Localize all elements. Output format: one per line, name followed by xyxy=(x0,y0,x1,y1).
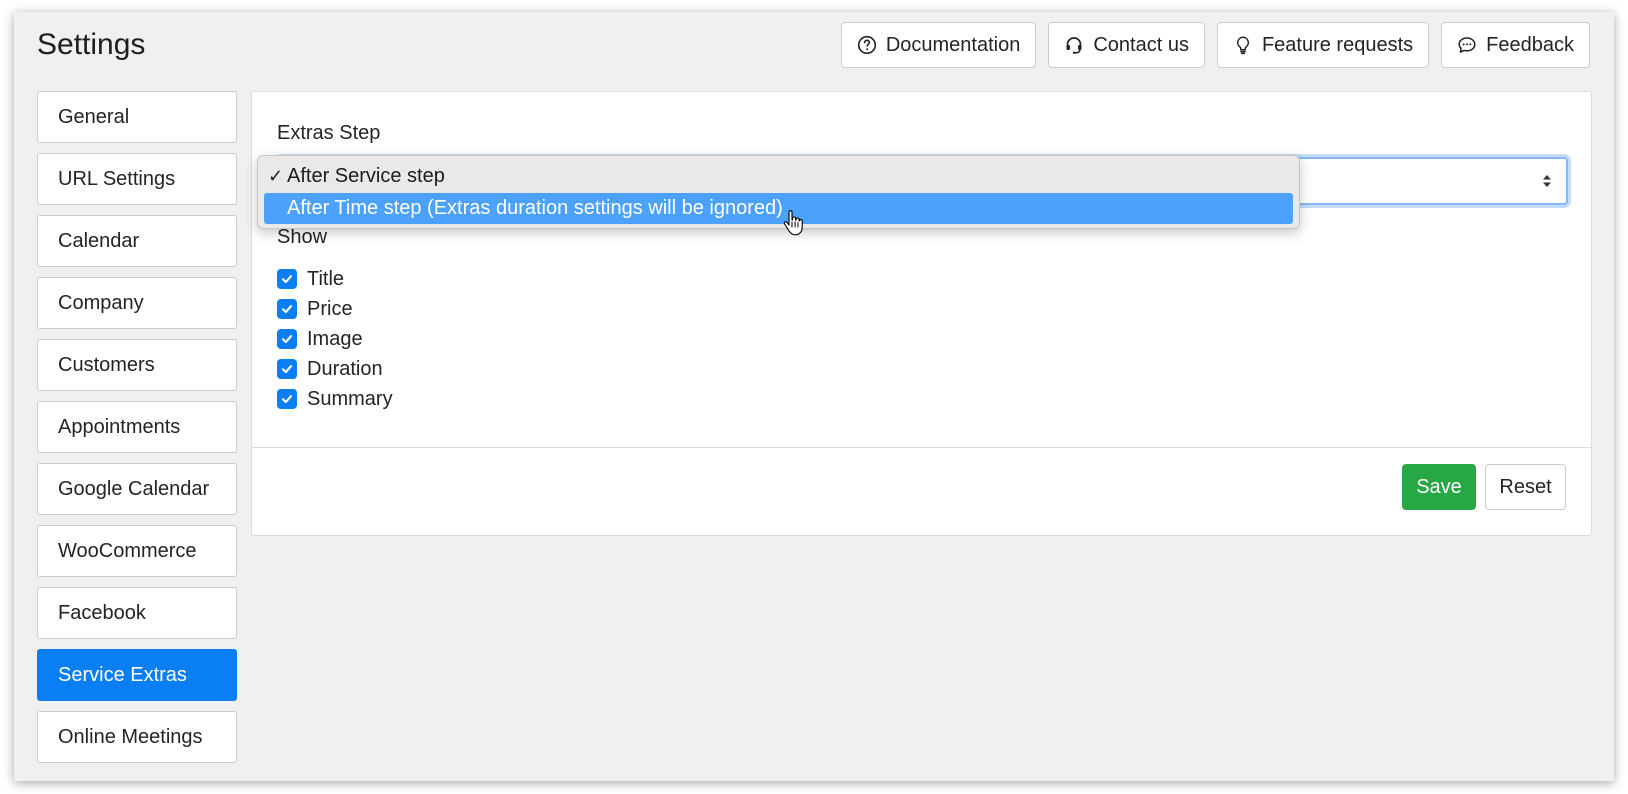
sidebar-item-calendar[interactable]: Calendar xyxy=(37,215,237,267)
sidebar-item-service-extras[interactable]: Service Extras xyxy=(37,649,237,701)
hand-pointer-cursor-icon xyxy=(782,210,804,236)
save-button[interactable]: Save xyxy=(1402,464,1476,510)
option-label: After Time step (Extras duration setting… xyxy=(287,197,783,219)
sidebar-item-google-calendar[interactable]: Google Calendar xyxy=(37,463,237,515)
duration-checkbox[interactable] xyxy=(277,359,297,379)
feature-requests-button[interactable]: Feature requests xyxy=(1216,22,1430,68)
image-checkbox-label: Image xyxy=(307,327,363,350)
extras-step-dropdown-menu: ✓ After Service step After Time step (Ex… xyxy=(257,155,1300,229)
summary-checkbox-label: Summary xyxy=(307,387,393,410)
feedback-label: Feedback xyxy=(1486,33,1574,56)
extras-step-label: Extras Step xyxy=(277,122,381,144)
show-options-list: Title Price Image Duration Summary xyxy=(277,264,393,414)
sidebar-item-woocommerce[interactable]: WooCommerce xyxy=(37,525,237,577)
chat-bubble-icon xyxy=(1457,35,1477,55)
dropdown-option-after-service-step[interactable]: ✓ After Service step xyxy=(264,161,1293,192)
reset-button[interactable]: Reset xyxy=(1485,464,1566,510)
duration-checkbox-label: Duration xyxy=(307,357,383,380)
sidebar-item-online-meetings[interactable]: Online Meetings xyxy=(37,711,237,763)
sidebar-item-company[interactable]: Company xyxy=(37,277,237,329)
sidebar-item-customers[interactable]: Customers xyxy=(37,339,237,391)
sidebar-item-facebook[interactable]: Facebook xyxy=(37,587,237,639)
feature-requests-label: Feature requests xyxy=(1261,33,1414,56)
headset-icon xyxy=(1064,35,1084,55)
summary-checkbox[interactable] xyxy=(277,389,297,409)
feedback-button[interactable]: Feedback xyxy=(1441,22,1590,68)
price-checkbox-label: Price xyxy=(307,297,353,320)
show-option-title: Title xyxy=(277,264,393,294)
show-option-duration: Duration xyxy=(277,354,393,384)
title-checkbox-label: Title xyxy=(307,267,345,290)
documentation-label: Documentation xyxy=(885,33,1021,56)
help-buttons: Documentation Contact us Feature request… xyxy=(840,22,1590,68)
settings-window: Settings Documentation Contact us Featur… xyxy=(14,12,1614,781)
contact-us-button[interactable]: Contact us xyxy=(1048,22,1205,68)
sidebar-item-url-settings[interactable]: URL Settings xyxy=(37,153,237,205)
settings-sidebar: General URL Settings Calendar Company Cu… xyxy=(37,91,237,773)
option-label: After Service step xyxy=(287,165,445,187)
question-circle-icon xyxy=(857,35,877,55)
show-label: Show xyxy=(277,226,328,248)
contact-us-label: Contact us xyxy=(1093,33,1189,56)
select-arrows-icon xyxy=(1542,172,1552,190)
dropdown-option-after-time-step[interactable]: After Time step (Extras duration setting… xyxy=(264,193,1293,224)
image-checkbox[interactable] xyxy=(277,329,297,349)
show-option-image: Image xyxy=(277,324,393,354)
price-checkbox[interactable] xyxy=(277,299,297,319)
sidebar-item-general[interactable]: General xyxy=(37,91,237,143)
title-checkbox[interactable] xyxy=(277,269,297,289)
panel-footer: Save Reset xyxy=(252,447,1591,537)
page-title: Settings xyxy=(37,28,146,61)
show-option-summary: Summary xyxy=(277,384,393,414)
sidebar-item-appointments[interactable]: Appointments xyxy=(37,401,237,453)
show-option-price: Price xyxy=(277,294,393,324)
checkmark-icon: ✓ xyxy=(267,166,284,186)
documentation-button[interactable]: Documentation xyxy=(840,22,1037,68)
lightbulb-icon xyxy=(1233,35,1253,55)
